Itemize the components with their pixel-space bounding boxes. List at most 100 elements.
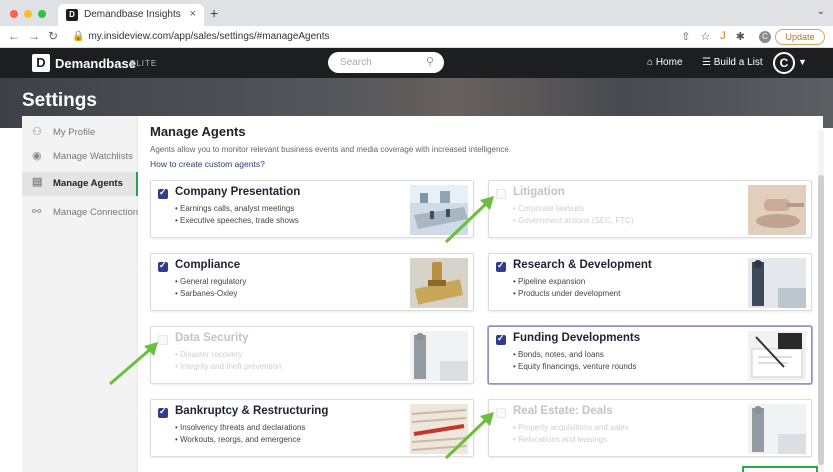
- agent-checkbox[interactable]: [158, 406, 168, 418]
- agent-bullet: • Government actions (SEC, FTC): [513, 216, 634, 225]
- close-window-button[interactable]: [10, 10, 18, 18]
- business-person-image: [748, 258, 806, 308]
- agent-bullet: • Earnings calls, analyst meetings: [175, 204, 295, 213]
- sidebar-item-manage-agents[interactable]: ▤ Manage Agents: [22, 172, 138, 196]
- extension-icon[interactable]: J: [720, 30, 726, 43]
- menu-icon: ☰: [702, 57, 714, 68]
- agent-bullet: • Sarbanes-Oxley: [175, 289, 238, 298]
- new-tab-button[interactable]: +: [210, 5, 218, 21]
- edition-label: ELITE: [130, 59, 158, 68]
- help-link[interactable]: How to create custom agents?: [150, 159, 265, 169]
- url-text: my.insideview.com/app/sales/settings/#ma…: [88, 31, 330, 42]
- sidebar-item-label: Manage Connections: [53, 207, 143, 218]
- tab-list-chevron-icon[interactable]: ⌄: [817, 6, 825, 17]
- screen: D Demandbase Insights × + ⌄ ← → ↻ 🔒 my.in…: [0, 0, 833, 472]
- agent-bullet: • General regulatory: [175, 277, 247, 286]
- agent-card-data-security[interactable]: Data Security • Disaster recovery • Inte…: [150, 326, 474, 384]
- settings-sidebar: ⚇ My Profile ◉ Manage Watchlists ▤ Manag…: [22, 116, 143, 472]
- scrollbar-thumb[interactable]: [818, 175, 824, 465]
- user-avatar[interactable]: C: [773, 52, 795, 74]
- agent-bullet: • Pipeline expansion: [513, 277, 586, 286]
- annotation-arrow-icon: [444, 196, 494, 244]
- agent-card-compliance[interactable]: Compliance • General regulatory • Sarban…: [150, 253, 474, 311]
- build-list-label: Build a List: [713, 57, 763, 68]
- agent-card-bankruptcy-restructuring[interactable]: Bankruptcy & Restructuring • Insolvency …: [150, 399, 474, 457]
- maximize-window-button[interactable]: [38, 10, 46, 18]
- agent-checkbox[interactable]: [158, 187, 168, 199]
- business-person-image: [410, 331, 468, 381]
- build-list-link[interactable]: ☰ Build a List: [702, 57, 763, 68]
- agent-card-research-development[interactable]: Research & Development • Pipeline expans…: [488, 253, 812, 311]
- app-header: D Demandbase ELITE ⚲ ⌂ Home ☰ Build a Li…: [0, 48, 833, 78]
- browser-tab-bar: D Demandbase Insights × + ⌄: [0, 0, 833, 26]
- compliance-stamp-image: [410, 258, 468, 308]
- agent-title: Company Presentation: [175, 186, 301, 198]
- agent-checkbox[interactable]: [496, 260, 506, 272]
- agent-bullet: • Disaster recovery: [175, 350, 243, 359]
- forward-icon[interactable]: →: [28, 29, 40, 43]
- section-title: Manage Agents: [150, 124, 246, 139]
- update-button[interactable]: Update: [775, 29, 825, 45]
- business-person-image: [748, 404, 806, 454]
- caret-down-icon[interactable]: ▼: [798, 57, 807, 67]
- agent-title: Research & Development: [513, 259, 652, 271]
- agent-title: Bankruptcy & Restructuring: [175, 405, 329, 417]
- sidebar-item-manage-connections[interactable]: ⚯ Manage Connections: [22, 202, 143, 224]
- agent-bullet: • Property acquisitions and sales: [513, 423, 629, 432]
- agent-bullet: • Equity financings, venture rounds: [513, 362, 637, 371]
- annotation-arrow-icon: [444, 412, 494, 460]
- favicon-icon: D: [66, 9, 78, 21]
- section-description: Agents allow you to monitor relevant bus…: [150, 145, 512, 154]
- url-field[interactable]: 🔒 my.insideview.com/app/sales/settings/#m…: [72, 31, 330, 42]
- agent-title: Real Estate: Deals: [513, 405, 613, 417]
- logo-icon[interactable]: D: [32, 54, 50, 72]
- search-icon[interactable]: ⚲: [426, 55, 434, 68]
- signing-document-image: [748, 331, 806, 381]
- sidebar-item-my-profile[interactable]: ⚇ My Profile: [22, 122, 138, 144]
- gavel-image: [748, 185, 806, 235]
- agent-bullet: • Integrity and theft prevention: [175, 362, 282, 371]
- eye-icon: ◉: [32, 150, 42, 162]
- agent-bullet: • Corporate lawsuits: [513, 204, 585, 213]
- agent-checkbox[interactable]: [496, 333, 506, 345]
- agent-title: Compliance: [175, 259, 241, 271]
- page-title: Settings: [22, 90, 97, 111]
- agent-bullet: • Workouts, reorgs, and emergence: [175, 435, 301, 444]
- extensions-puzzle-icon[interactable]: ✱: [736, 30, 745, 43]
- window-controls: [10, 10, 46, 18]
- agent-title: Litigation: [513, 186, 565, 198]
- close-tab-icon[interactable]: ×: [190, 8, 196, 20]
- agents-icon: ▤: [32, 176, 43, 188]
- profile-icon: ⚇: [32, 126, 42, 138]
- home-icon: ⌂: [647, 57, 656, 68]
- agent-card-funding-developments[interactable]: Funding Developments • Bonds, notes, and…: [488, 326, 812, 384]
- share-icon[interactable]: ⇧: [681, 30, 690, 43]
- brand-name[interactable]: Demandbase: [55, 56, 136, 71]
- agent-bullet: • Relocations and leasings: [513, 435, 607, 444]
- minimize-window-button[interactable]: [24, 10, 32, 18]
- agent-bullet: • Executive speeches, trade shows: [175, 216, 299, 225]
- reload-icon[interactable]: ↻: [48, 29, 58, 43]
- address-bar: ← → ↻ 🔒 my.insideview.com/app/sales/setti…: [0, 26, 833, 48]
- agent-card-litigation[interactable]: Litigation • Corporate lawsuits • Govern…: [488, 180, 812, 238]
- search-input[interactable]: [340, 55, 420, 70]
- home-label: Home: [655, 57, 683, 68]
- agent-card-company-presentation[interactable]: Company Presentation • Earnings calls, a…: [150, 180, 474, 238]
- sidebar-item-manage-watchlists[interactable]: ◉ Manage Watchlists: [22, 146, 138, 168]
- bookmark-star-icon[interactable]: ☆: [700, 30, 710, 43]
- agent-bullet: • Insolvency threats and declarations: [175, 423, 306, 432]
- search-box[interactable]: ⚲: [328, 52, 444, 73]
- home-link[interactable]: ⌂ Home: [647, 57, 683, 68]
- save-button-outline[interactable]: [742, 466, 818, 472]
- back-icon[interactable]: ←: [8, 29, 20, 43]
- sidebar-item-label: Manage Watchlists: [53, 151, 133, 162]
- agent-bullet: • Products under development: [513, 289, 621, 298]
- agent-card-real-estate-deals[interactable]: Real Estate: Deals • Property acquisitio…: [488, 399, 812, 457]
- browser-tab[interactable]: D Demandbase Insights ×: [58, 4, 204, 26]
- agent-checkbox[interactable]: [158, 260, 168, 272]
- profile-avatar[interactable]: C: [759, 31, 771, 43]
- agent-title: Funding Developments: [513, 332, 641, 344]
- tab-title: Demandbase Insights: [84, 9, 181, 20]
- sidebar-item-label: My Profile: [53, 127, 96, 138]
- browser-action-icons: ⇧ ☆ J ✱: [681, 30, 745, 43]
